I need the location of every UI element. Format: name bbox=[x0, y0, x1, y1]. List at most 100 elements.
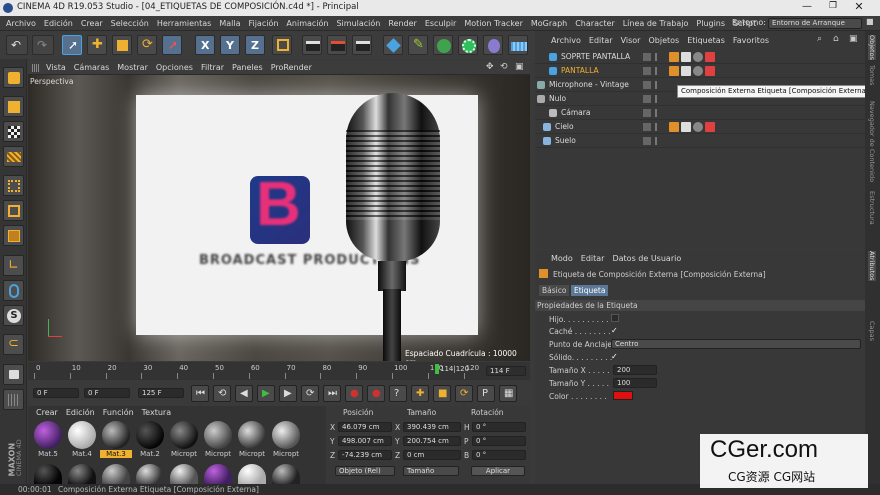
viewport-menu-item-6[interactable]: ProRender bbox=[267, 61, 316, 75]
menu-item-8[interactable]: Simulación bbox=[332, 16, 384, 31]
make-editable-button[interactable] bbox=[3, 67, 24, 88]
deformer-button[interactable] bbox=[483, 35, 503, 55]
pen-button[interactable]: ✎ bbox=[408, 35, 428, 55]
tag-icon[interactable] bbox=[705, 66, 715, 76]
edges-mode-button[interactable] bbox=[3, 200, 24, 221]
axis-x-button[interactable]: X bbox=[195, 35, 215, 55]
object-menu-item-2[interactable]: Visor bbox=[617, 35, 645, 47]
visibility-toggle-icon[interactable] bbox=[643, 123, 651, 131]
visibility-toggle-icon[interactable] bbox=[643, 109, 651, 117]
render-toggle-icon[interactable] bbox=[655, 123, 657, 131]
axis-z-button[interactable]: Z bbox=[245, 35, 265, 55]
timeline-current-marker[interactable] bbox=[435, 364, 439, 374]
coord-position-field[interactable]: 498.007 cm bbox=[338, 436, 392, 446]
magnet-button[interactable]: ⊂ bbox=[3, 334, 24, 355]
coord-position-field[interactable]: -74.239 cm bbox=[338, 450, 392, 460]
material-item-extra[interactable] bbox=[236, 462, 268, 484]
tag-icon[interactable] bbox=[669, 52, 679, 62]
prop-solid-checkbox[interactable]: ✓ bbox=[611, 352, 618, 361]
param-key-button[interactable]: P bbox=[477, 385, 495, 402]
menu-item-7[interactable]: Animación bbox=[282, 16, 332, 31]
material-item[interactable]: Micropt bbox=[202, 420, 234, 458]
tag-icon[interactable] bbox=[705, 52, 715, 62]
render-toggle-icon[interactable] bbox=[655, 109, 657, 117]
material-item-extra[interactable] bbox=[32, 462, 64, 484]
tag-icon[interactable] bbox=[693, 122, 703, 132]
keyframe-button[interactable]: ? bbox=[389, 385, 407, 402]
menu-item-4[interactable]: Herramientas bbox=[153, 16, 216, 31]
subdivision-button[interactable] bbox=[433, 35, 453, 55]
scale-key-button[interactable]: ■ bbox=[433, 385, 451, 402]
minimize-button[interactable]: — bbox=[800, 1, 814, 14]
coordinate-system-button[interactable] bbox=[272, 35, 292, 55]
render-view-button[interactable] bbox=[302, 35, 322, 55]
coord-size-field[interactable]: 200.754 cm bbox=[403, 436, 461, 446]
go-end-button[interactable]: ⏭ bbox=[323, 385, 341, 402]
object-row[interactable]: PANTALLA bbox=[535, 64, 865, 78]
coord-position-field[interactable]: 46.079 cm bbox=[338, 422, 392, 432]
coord-apply-button[interactable]: Aplicar bbox=[471, 466, 525, 476]
object-menu-item-1[interactable]: Editar bbox=[585, 35, 617, 47]
tag-icon[interactable] bbox=[681, 66, 691, 76]
prop-size-y-field[interactable]: 100 bbox=[613, 378, 657, 388]
points-mode-button[interactable] bbox=[3, 175, 24, 196]
rotate-button[interactable]: ⟳ bbox=[137, 35, 157, 55]
tag-icon[interactable] bbox=[693, 66, 703, 76]
viewport-move-icon[interactable]: ✥ bbox=[486, 62, 494, 72]
model-mode-button[interactable] bbox=[3, 96, 24, 117]
menu-item-3[interactable]: Selección bbox=[107, 16, 153, 31]
workplane-button[interactable] bbox=[3, 146, 24, 167]
material-item-extra[interactable] bbox=[202, 462, 234, 484]
viewport-maximize-icon[interactable]: ▣ bbox=[515, 62, 524, 72]
prop-hijo-checkbox[interactable] bbox=[611, 314, 619, 322]
viewport-menu-item-1[interactable]: Cámaras bbox=[70, 61, 114, 75]
prev-frame-button[interactable]: ◀ bbox=[235, 385, 253, 402]
material-item[interactable]: Micropt bbox=[236, 420, 268, 458]
viewport-menu-item-3[interactable]: Opciones bbox=[152, 61, 197, 75]
prop-size-x-field[interactable]: 200 bbox=[613, 365, 657, 375]
right-tab-1[interactable]: Tomas bbox=[868, 65, 876, 86]
viewport-menu-item-2[interactable]: Mostrar bbox=[113, 61, 152, 75]
texture-mode-button[interactable] bbox=[3, 121, 24, 142]
right-tab-5[interactable]: Capas bbox=[868, 321, 876, 341]
render-toggle-icon[interactable] bbox=[655, 81, 657, 89]
viewport-menu-item-0[interactable]: Vista bbox=[42, 61, 70, 75]
material-item-extra[interactable] bbox=[134, 462, 166, 484]
next-frame-button[interactable]: ▶ bbox=[279, 385, 297, 402]
floor-button[interactable] bbox=[508, 35, 528, 55]
menu-item-0[interactable]: Archivo bbox=[2, 16, 40, 31]
material-menu-item-0[interactable]: Crear bbox=[32, 407, 62, 419]
axis-y-button[interactable]: Y bbox=[220, 35, 240, 55]
material-menu-item-3[interactable]: Textura bbox=[138, 407, 175, 419]
render-toggle-icon[interactable] bbox=[655, 53, 657, 61]
prop-color-swatch[interactable] bbox=[613, 391, 633, 400]
tag-icon[interactable] bbox=[705, 122, 715, 132]
object-menu-item-0[interactable]: Archivo bbox=[547, 35, 585, 47]
menu-item-12[interactable]: MoGraph bbox=[527, 16, 571, 31]
move-key-button[interactable]: ✚ bbox=[411, 385, 429, 402]
attribute-menu-item-2[interactable]: Datos de Usuario bbox=[608, 253, 685, 265]
menu-item-1[interactable]: Edición bbox=[40, 16, 77, 31]
prop-cache-checkbox[interactable]: ✓ bbox=[611, 326, 618, 335]
material-item-extra[interactable] bbox=[100, 462, 132, 484]
close-button[interactable]: ✕ bbox=[852, 0, 866, 13]
viewport-handle-icon[interactable] bbox=[32, 64, 40, 72]
coord-rotation-field[interactable]: 0 ° bbox=[472, 436, 526, 446]
tag-icon[interactable] bbox=[669, 66, 679, 76]
material-menu-item-1[interactable]: Edición bbox=[62, 407, 99, 419]
record-button[interactable]: ● bbox=[345, 385, 363, 402]
maximize-button[interactable]: ❐ bbox=[826, 1, 840, 14]
timeline-ruler[interactable]: 0102030405060708090100110120 114|120 114… bbox=[28, 362, 530, 380]
object-row[interactable]: Cielo bbox=[535, 120, 865, 134]
material-item[interactable]: Mat.4 bbox=[66, 420, 98, 458]
material-item[interactable]: Mat.3 bbox=[100, 420, 132, 458]
object-row[interactable]: Cámara bbox=[535, 106, 865, 120]
attribute-menu-item-0[interactable]: Modo bbox=[547, 253, 577, 265]
visibility-toggle-icon[interactable] bbox=[643, 137, 651, 145]
menu-item-14[interactable]: Línea de Trabajo bbox=[619, 16, 693, 31]
menu-item-9[interactable]: Render bbox=[384, 16, 420, 31]
right-tab-2[interactable]: Navegador de Contenido bbox=[868, 101, 876, 182]
material-item[interactable]: Micropt bbox=[168, 420, 200, 458]
menu-item-15[interactable]: Plugins bbox=[692, 16, 729, 31]
scale-button[interactable] bbox=[112, 35, 132, 55]
